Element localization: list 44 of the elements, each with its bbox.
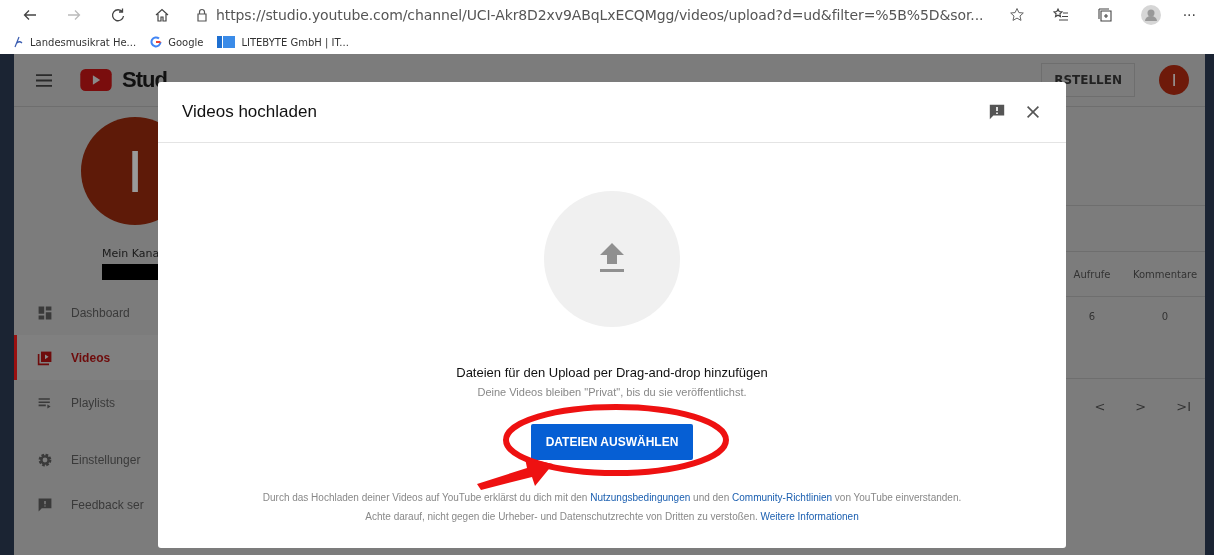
site-logo-icon	[217, 36, 236, 48]
close-icon[interactable]	[1024, 103, 1042, 121]
collections-icon[interactable]	[1096, 7, 1113, 23]
terms-link[interactable]: Nutzungsbedingungen	[590, 492, 691, 503]
terms-text: Achte darauf, nicht gegen die Urheber- und Datenschutzrechte von Dritten zu verstoßen. Weitere Informationen	[365, 511, 859, 522]
address-field[interactable]: https://studio.youtube.com/channel/UCI-Akr8D2xv9ABqLxECQMgg/videos/upload?d=ud&filter=%5B%5D&sor...	[216, 7, 995, 23]
profile-icon[interactable]	[1140, 5, 1161, 25]
star-icon[interactable]	[1008, 7, 1025, 23]
page-nav-button[interactable]: <	[1094, 399, 1106, 414]
terms-link[interactable]: Weitere Informationen	[760, 511, 859, 522]
column-header[interactable]: Kommentare	[1125, 268, 1205, 280]
page-nav-button[interactable]: >I	[1176, 399, 1191, 414]
lock-icon	[194, 7, 210, 23]
bookmark-link[interactable]: Google	[168, 36, 204, 48]
table-cell-text: 6	[1087, 311, 1097, 324]
channel-label: Mein Kana	[102, 247, 161, 260]
videos-icon	[37, 349, 53, 366]
bookmark-link[interactable]: LITEBYTE GmbH | IT...	[241, 36, 349, 48]
menu-icon[interactable]	[36, 73, 52, 87]
page-nav-button[interactable]: >	[1135, 399, 1147, 414]
dashboard-icon	[37, 304, 53, 321]
back-icon[interactable]	[22, 7, 38, 23]
play-logo-icon	[80, 69, 112, 91]
settings-icon	[37, 451, 53, 468]
google-logo-icon	[150, 36, 163, 48]
bookmark-logo-icon	[12, 36, 24, 48]
sidebar-item[interactable]: Playlists	[14, 380, 164, 425]
drop-prompt: Dateien für den Upload per Drag-and-drop hinzufügen	[456, 365, 768, 380]
terms-text: Durch das Hochladen deiner Videos auf YouTube erklärst du dich mit den Nutzungsbedingungen und den Community-Richtlinien von YouTube einverstanden.	[262, 492, 962, 503]
feedback-icon	[37, 496, 53, 513]
select-files-button[interactable]: DATEIEN AUSWÄHLEN	[530, 424, 694, 460]
bookmark-link[interactable]: Landesmusikrat He...	[30, 36, 137, 48]
sidebar-item[interactable]: Feedback ser	[14, 482, 164, 527]
refresh-icon[interactable]	[110, 7, 126, 23]
privacy-note: Deine Videos bleiben "Privat", bis du sie veröffentlichst.	[477, 386, 747, 398]
avatar[interactable]: I	[1159, 65, 1189, 95]
more-button[interactable]: ···	[1182, 7, 1196, 23]
feedback-icon[interactable]	[988, 103, 1006, 121]
sidebar-item[interactable]: Einstellunger	[14, 437, 164, 482]
home-icon[interactable]	[154, 7, 170, 23]
table-cell-text: 0	[1160, 311, 1170, 324]
terms-link[interactable]: Community-Richtlinien	[732, 492, 833, 503]
favorites-icon[interactable]	[1052, 7, 1069, 23]
sidebar-item[interactable]: Dashboard	[14, 290, 164, 335]
